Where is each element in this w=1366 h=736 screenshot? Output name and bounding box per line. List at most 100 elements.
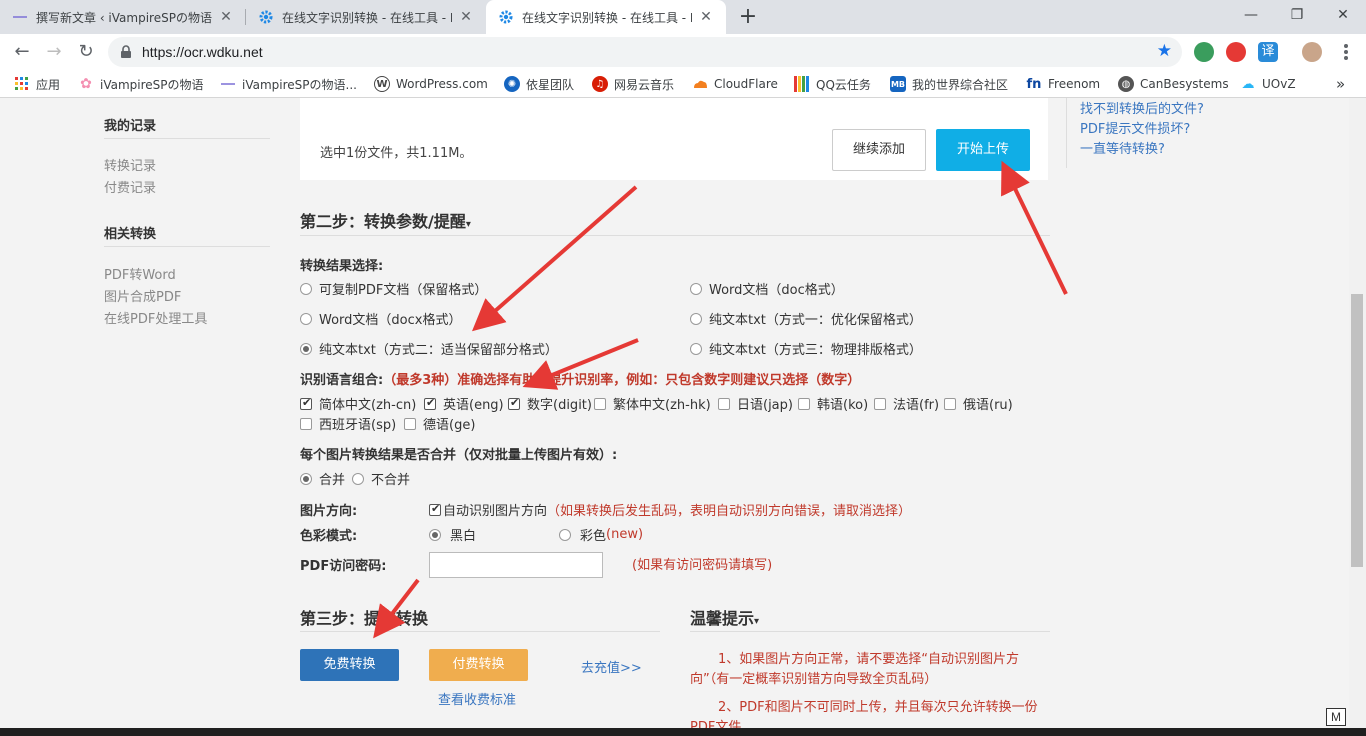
lang-fr[interactable]: 法语(fr) [874,394,939,413]
image-to-pdf-link[interactable]: 图片合成PDF [104,286,181,305]
minimize-icon[interactable]: — [1228,0,1274,32]
pdf-to-word-link[interactable]: PDF转Word [104,264,176,283]
result-option-txt-3[interactable]: 纯文本txt（方式三：物理排版格式） [690,339,922,358]
checkbox[interactable] [798,397,810,410]
page-scrollbar[interactable] [1349,98,1366,736]
checkbox-checked[interactable] [508,396,520,410]
ime-indicator[interactable]: M [1326,708,1346,726]
merge-option-no[interactable]: 不合并 [352,469,410,488]
merge-option-yes[interactable]: 合并 [300,469,345,488]
tab-ocr-active[interactable]: 在线文字识别转换 - 在线工具 - P ✕ [486,0,726,34]
close-icon[interactable]: ✕ [698,9,714,25]
bookmarks-overflow-button[interactable]: » [1336,74,1345,94]
lang-ge[interactable]: 德语(ge) [404,414,475,433]
lang-eng[interactable]: 英语(eng) [424,394,504,413]
step2-title-text: 第二步：转换参数/提醒 [300,212,466,231]
payment-records-link[interactable]: 付费记录 [104,177,156,196]
recharge-link[interactable]: 去充值>> [581,657,642,676]
close-icon[interactable]: ✕ [458,9,474,25]
lang-ko[interactable]: 韩语(ko) [798,394,868,413]
pdf-password-input[interactable] [429,552,603,578]
color-mode-bw[interactable]: 黑白 [429,525,476,544]
radio-button-selected[interactable] [300,472,312,485]
more-menu-icon[interactable] [1336,40,1356,64]
extension-globe-icon[interactable] [1194,42,1214,62]
new-tab-button[interactable]: + [736,5,760,29]
help-link-file-not-found[interactable]: 找不到转换后的文件? [1080,100,1204,120]
bookmark-netease-music[interactable]: ♫ 网易云音乐 [592,74,674,94]
profile-avatar[interactable] [1302,42,1322,62]
caret-down-icon[interactable]: ▾ [754,616,759,627]
back-arrow-icon[interactable]: ← [10,40,34,64]
bookmark-qq-task[interactable]: QQ云任务 [794,74,871,94]
bookmark-ivampiresp[interactable]: ✿ iVampireSPの物语 [78,74,203,94]
result-option-txt-1[interactable]: 纯文本txt（方式一：优化保留格式） [690,309,922,328]
lang-zh-cn[interactable]: 简体中文(zh-cn) [300,394,416,413]
option-label: 简体中文(zh-cn) [319,398,417,413]
checkbox-checked[interactable] [429,502,441,516]
checkbox[interactable] [300,417,312,430]
bookmark-yixing[interactable]: ✺ 依星团队 [504,74,574,94]
color-mode-color[interactable]: 彩色 (new) [559,525,643,544]
tab-wordpress-editor[interactable]: 撰写新文章 ‹ iVampireSPの物语 ✕ [0,0,246,34]
result-option-txt-2[interactable]: 纯文本txt（方式二：适当保留部分格式） [300,339,558,358]
checkbox-checked[interactable] [424,396,436,410]
checkbox[interactable] [944,397,956,410]
paid-convert-button[interactable]: 付费转换 [429,649,528,681]
checkbox[interactable] [404,417,416,430]
lang-sp[interactable]: 西班牙语(sp) [300,414,396,433]
radio-button[interactable] [352,472,364,485]
bookmark-apps[interactable]: 应用 [14,74,60,94]
close-window-icon[interactable]: ✕ [1320,0,1366,32]
close-icon[interactable]: ✕ [218,9,234,25]
radio-button[interactable] [559,528,571,541]
conversion-records-link[interactable]: 转换记录 [104,155,156,174]
radio-button[interactable] [300,312,312,325]
pricing-link[interactable]: 查看收费标准 [438,689,516,708]
tips-title: 温馨提示▾ [690,605,759,629]
tab-ocr-1[interactable]: 在线文字识别转换 - 在线工具 - P ✕ [246,0,486,34]
auto-orientation-option[interactable]: 自动识别图片方向（如果转换后发生乱码，表明自动识别方向错误，请取消选择） [429,500,911,519]
lang-zh-hk[interactable]: 繁体中文(zh-hk) [594,394,711,413]
bookmark-star-icon[interactable]: ★ [1157,41,1172,61]
bookmark-ivampiresp-2[interactable]: iVampireSPの物语... [220,74,357,94]
restore-icon[interactable]: ❐ [1274,0,1320,32]
radio-button[interactable] [690,282,702,295]
option-label: 自动识别图片方向 [443,504,548,519]
option-label: 数字(digit) [527,398,592,413]
lang-jap[interactable]: 日语(jap) [718,394,793,413]
continue-add-button[interactable]: 继续添加 [832,129,926,171]
bookmark-mb[interactable]: MB 我的世界综合社区 [890,74,1008,94]
radio-button[interactable] [690,312,702,325]
radio-button-selected[interactable] [429,528,441,541]
scrollbar-thumb[interactable] [1351,294,1363,567]
bookmark-wordpress[interactable]: W WordPress.com [374,74,488,94]
result-option-docx[interactable]: Word文档（docx格式） [300,309,461,328]
pdf-tools-link[interactable]: 在线PDF处理工具 [104,308,207,327]
radio-button-selected[interactable] [300,342,312,355]
result-option-doc[interactable]: Word文档（doc格式） [690,279,844,298]
bookmark-canbesystems[interactable]: ◍ CanBesystems [1118,74,1229,94]
help-link-waiting[interactable]: 一直等待转换? [1080,140,1204,160]
bookmark-uovz[interactable]: ☁ UOvZ [1240,74,1296,94]
radio-button[interactable] [300,282,312,295]
address-bar[interactable]: https://ocr.wdku.net ★ [108,37,1182,67]
checkbox[interactable] [594,397,606,410]
radio-button[interactable] [690,342,702,355]
result-option-pdf[interactable]: 可复制PDF文档（保留格式） [300,279,487,298]
help-link-pdf-damaged[interactable]: PDF提示文件损坏? [1080,120,1204,140]
bookmark-cloudflare[interactable]: CloudFlare [692,74,778,94]
lang-digit[interactable]: 数字(digit) [508,394,592,413]
translate-extension-icon[interactable]: 译 [1258,42,1278,62]
lang-ru[interactable]: 俄语(ru) [944,394,1013,413]
free-convert-button[interactable]: 免费转换 [300,649,399,681]
checkbox[interactable] [874,397,886,410]
caret-down-icon[interactable]: ▾ [466,219,471,230]
start-upload-button[interactable]: 开始上传 [936,129,1030,171]
checkbox-checked[interactable] [300,396,312,410]
checkbox[interactable] [718,397,730,410]
forward-arrow-icon[interactable]: → [42,40,66,64]
extension-red-icon[interactable] [1226,42,1246,62]
bookmark-freenom[interactable]: fn Freenom [1026,74,1101,94]
reload-icon[interactable]: ↻ [74,40,98,64]
